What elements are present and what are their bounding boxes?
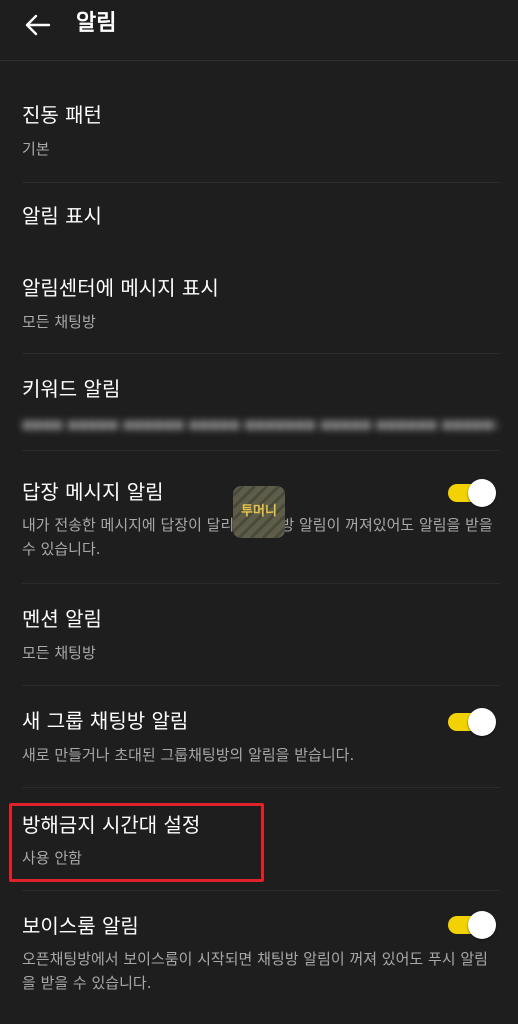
row-subtitle: 기본 <box>22 140 50 158</box>
voice-room-notification-toggle[interactable] <box>446 910 498 940</box>
back-button[interactable] <box>18 8 58 42</box>
toggle-knob <box>468 708 496 736</box>
reply-notification-toggle[interactable] <box>446 478 498 508</box>
blurred-keywords: ▪▪▪▪ ▪▪▪▪▪ ▪▪▪▪▪▪ ▪▪▪▪▪ ▪▪▪▪▪▪▪ ▪▪▪▪▪ ▪▪… <box>22 415 496 433</box>
row-title: 알림센터에 메시지 표시 <box>22 276 219 300</box>
notification-center-message-row[interactable]: 알림센터에 메시지 표시 모든 채팅방 <box>0 258 518 353</box>
row-title: 보이스룸 알림 <box>22 914 139 938</box>
watermark-logo: 투머니 <box>233 486 285 538</box>
row-subtitle: 모든 채팅방 <box>22 644 96 662</box>
row-title: 알림 표시 <box>22 204 102 228</box>
row-title: 진동 패턴 <box>22 103 102 127</box>
notification-display-row[interactable]: 알림 표시 <box>0 183 518 248</box>
row-subtitle: 오픈채팅방에서 보이스룸이 시작되면 채팅방 알림이 꺼져 있어도 푸시 알림을… <box>22 950 488 992</box>
new-group-chat-notification-row[interactable]: 새 그룹 채팅방 알림 새로 만들거나 초대된 그룹채팅방의 알림을 받습니다. <box>0 686 518 786</box>
back-arrow-icon <box>25 14 51 36</box>
page-title: 알림 <box>76 11 117 36</box>
row-title: 답장 메시지 알림 <box>22 480 164 504</box>
toggle-knob <box>468 479 496 507</box>
row-title: 키워드 알림 <box>22 377 121 401</box>
row-subtitle: 모든 채팅방 <box>22 313 96 331</box>
row-subtitle: 새로 만들거나 초대된 그룹채팅방의 알림을 받습니다. <box>22 746 355 764</box>
new-group-notification-toggle[interactable] <box>446 707 498 737</box>
toggle-knob <box>468 911 496 939</box>
voice-room-notification-row[interactable]: 보이스룸 알림 오픈채팅방에서 보이스룸이 시작되면 채팅방 알림이 꺼져 있어… <box>0 891 518 1024</box>
header-divider <box>0 60 518 61</box>
app-header: 알림 <box>0 0 518 56</box>
mention-notification-row[interactable]: 멘션 알림 모든 채팅방 <box>0 584 518 684</box>
highlight-annotation-box <box>9 803 264 882</box>
watermark-text: 투머니 <box>241 504 277 519</box>
row-title: 멘션 알림 <box>22 607 102 631</box>
row-title: 새 그룹 채팅방 알림 <box>22 709 189 733</box>
vibration-pattern-row[interactable]: 진동 패턴 기본 <box>0 86 518 181</box>
